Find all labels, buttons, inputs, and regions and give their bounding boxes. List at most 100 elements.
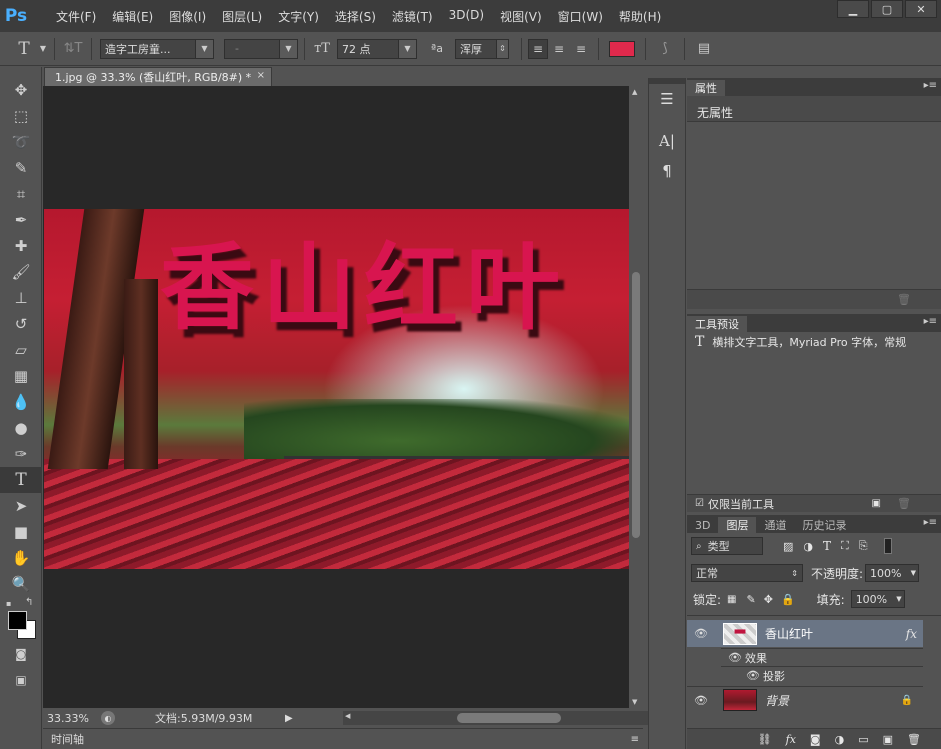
eye-icon[interactable]: 👁 [727,651,743,664]
menu-layer[interactable]: 图层(L) [214,8,270,25]
lock-transparent-icon[interactable]: ▦ [727,594,736,605]
scroll-left-icon[interactable]: ◀ [345,712,350,720]
current-tool-checkbox[interactable]: ☑ [695,498,704,509]
filter-toggle-icon[interactable] [883,538,892,554]
tab-channels[interactable]: 通道 [756,517,794,533]
chevron-down-icon[interactable]: ▼ [38,44,48,53]
trash-icon[interactable]: 🗑 [897,293,911,306]
document-tab[interactable]: 1.jpg @ 33.3% (香山红叶, RGB/8#) * × [44,67,272,86]
clone-stamp-tool-icon[interactable]: ⊥ [0,285,42,311]
layer-name[interactable]: 香山红叶 [765,625,813,642]
new-group-icon[interactable]: ▭ [858,733,868,746]
menu-edit[interactable]: 编辑(E) [104,8,161,25]
trash-icon[interactable]: 🗑 [897,497,911,510]
add-mask-icon[interactable]: ◙ [810,733,821,746]
minimize-button[interactable]: ▁ [837,0,869,18]
history-panel-icon[interactable]: ☰ [649,84,685,114]
healing-brush-tool-icon[interactable]: ✚ [0,233,42,259]
text-orientation-icon[interactable]: ⇅T [61,41,85,56]
new-layer-icon[interactable]: ▣ [883,733,893,746]
panel-menu-icon[interactable]: ▸≡ [924,517,937,528]
dodge-tool-icon[interactable]: ● [0,415,42,441]
lock-position-icon[interactable]: ✥ [764,593,773,606]
zoom-tool-icon[interactable]: 🔍 [0,571,42,597]
menu-select[interactable]: 选择(S) [327,8,384,25]
foreground-color[interactable] [8,611,27,630]
link-layers-icon[interactable]: ⛓ [758,733,772,746]
maximize-button[interactable]: ▢ [871,0,903,18]
eraser-tool-icon[interactable]: ▱ [0,337,42,363]
path-selection-tool-icon[interactable]: ➤ [0,493,42,519]
lasso-tool-icon[interactable]: ➰ [0,129,42,155]
scroll-up-icon[interactable]: ▲ [632,88,637,96]
eye-icon[interactable]: 👁 [693,694,709,707]
crop-tool-icon[interactable]: ⌗ [0,181,42,207]
fill-input[interactable]: 100% ▼ [850,590,905,608]
document-image[interactable]: 香山红叶 [44,209,629,569]
menu-filter[interactable]: 滤镜(T) [384,8,441,25]
font-family-select[interactable]: 造字工房童... ▼ [100,38,214,59]
new-preset-icon[interactable]: ▣ [872,498,881,509]
panel-menu-icon[interactable]: ▸≡ [924,80,937,91]
default-colors-icon[interactable]: ▪ [6,599,11,608]
timeline-panel[interactable]: 时间轴 ≡ [43,728,643,749]
adjustment-layer-icon[interactable]: ◑ [835,733,845,746]
canvas-text-layer[interactable]: 香山红叶 [124,234,604,344]
tab-tool-presets[interactable]: 工具预设 [687,316,747,332]
fx-icon[interactable]: fx [906,627,917,641]
lock-pixels-icon[interactable]: ✎ [747,593,756,606]
scroll-down-icon[interactable]: ▼ [632,698,637,706]
menu-image[interactable]: 图像(I) [161,8,214,25]
font-size-select[interactable]: 72 点 ▼ [337,38,417,59]
document-close-icon[interactable]: × [257,70,265,81]
swap-colors-icon[interactable]: ↰ [25,597,33,608]
menu-window[interactable]: 窗口(W) [550,8,611,25]
opacity-input[interactable]: 100% ▼ [865,564,920,582]
blend-mode-select[interactable]: 正常 ⇕ [691,564,803,582]
scroll-thumb[interactable] [632,272,640,538]
move-tool-icon[interactable]: ✥ [0,77,42,103]
type-tool-icon[interactable]: T [0,467,42,493]
character-panel-icon[interactable]: A| [649,126,685,156]
layer-name[interactable]: 背景 [765,692,789,709]
chevron-down-icon[interactable]: ▼ [896,595,901,603]
tab-layers[interactable]: 图层 [718,517,757,533]
quick-select-tool-icon[interactable]: ✎ [0,155,42,181]
zoom-level[interactable]: 33.33% [47,712,97,725]
menu-type[interactable]: 文字(Y) [270,8,327,25]
filter-type-icon[interactable]: T [823,539,831,553]
layer-thumbnail[interactable]: ▀▀ [723,622,757,645]
gradient-tool-icon[interactable]: ▦ [0,363,42,389]
align-right-icon[interactable]: ≡ [570,42,592,56]
chevron-down-icon[interactable]: ▼ [911,569,916,577]
tab-3d[interactable]: 3D [687,517,718,533]
filter-smart-object-icon[interactable]: ⎘ [859,539,868,553]
fx-icon[interactable]: fx [786,733,796,746]
panel-menu-icon[interactable]: ≡ [631,734,639,745]
layer-drop-shadow-row[interactable]: 👁 投影 [721,666,923,684]
menu-file[interactable]: 文件(F) [48,8,104,25]
text-color-swatch[interactable] [609,40,635,57]
status-menu-icon[interactable]: ▶ [285,713,293,724]
layer-row-text[interactable]: 👁 ▀▀ 香山红叶 fx [687,620,923,647]
hand-tool-icon[interactable]: ✋ [0,545,42,571]
font-style-select[interactable]: - ▼ [224,38,298,59]
vertical-scrollbar[interactable]: ▲ ▼ [629,86,643,708]
filter-shape-icon[interactable]: ⛶ [841,539,849,553]
tab-history[interactable]: 历史记录 [794,517,854,533]
panel-menu-icon[interactable]: ▸≡ [924,316,937,327]
screen-mode-icon[interactable]: ▣ [0,667,42,693]
pen-tool-icon[interactable]: ✑ [0,441,42,467]
rectangle-tool-icon[interactable]: ■ [0,519,42,545]
eye-icon[interactable]: 👁 [693,627,709,640]
lock-all-icon[interactable]: 🔒 [781,593,795,606]
align-center-icon[interactable]: ≡ [548,42,570,56]
quick-mask-icon[interactable]: ◙ [0,641,42,667]
menu-help[interactable]: 帮助(H) [611,8,669,25]
blur-tool-icon[interactable]: 💧 [0,389,42,415]
tab-properties[interactable]: 属性 [687,80,725,96]
trash-icon[interactable]: 🗑 [907,733,921,746]
layer-row-background[interactable]: 👁 背景 🔒 [687,686,923,713]
warp-text-icon[interactable]: ⟆ [652,41,678,56]
history-brush-tool-icon[interactable]: ↺ [0,311,42,337]
